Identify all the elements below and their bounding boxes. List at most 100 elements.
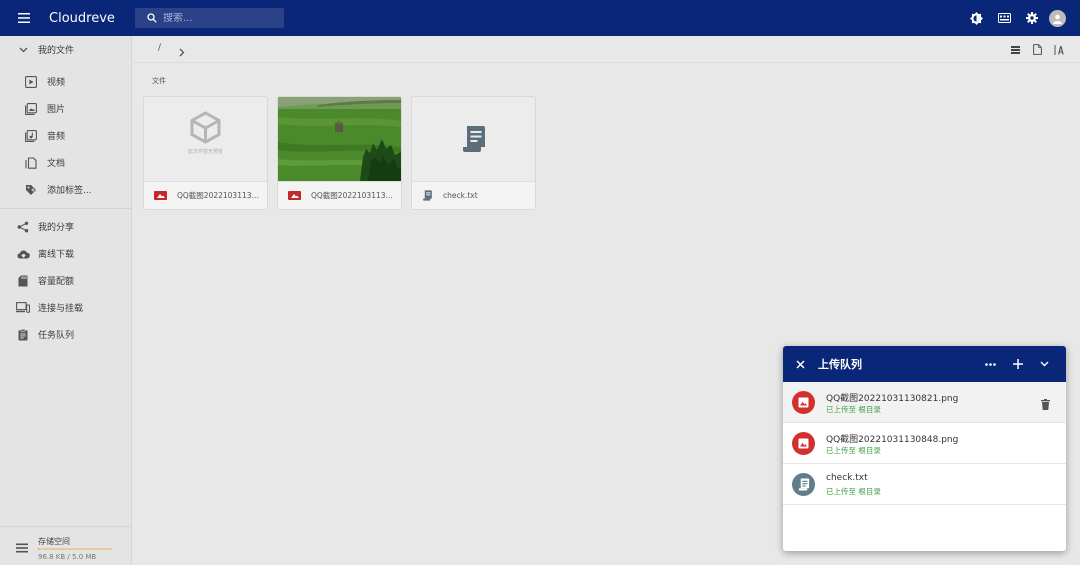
more-options-button[interactable] xyxy=(977,362,1004,366)
share-folder-button[interactable] xyxy=(1026,44,1048,55)
image-icon xyxy=(24,102,38,116)
collapse-panel-button[interactable] xyxy=(1031,361,1058,367)
upload-task-item[interactable]: check.txt 已上传至 根目录 xyxy=(783,464,1066,505)
section-title-files: 文件 xyxy=(152,77,166,85)
sidebar-item-image[interactable]: 图片 xyxy=(0,95,131,122)
sidebar-item-connections[interactable]: 连接与挂载 xyxy=(0,294,131,321)
image-file-icon xyxy=(792,391,815,414)
storage-progress-fill xyxy=(38,548,40,550)
file-name: check.txt xyxy=(443,191,478,200)
search-icon xyxy=(147,13,157,23)
chevron-down-icon xyxy=(16,43,30,57)
sidebar-item-document[interactable]: 文档 xyxy=(0,149,131,176)
upload-queue-title: 上传队列 xyxy=(818,358,862,371)
task-file-name: check.txt xyxy=(826,473,868,483)
view-list-icon xyxy=(1010,45,1020,54)
chevron-down-icon xyxy=(1040,361,1049,367)
sidebar-item-label: 图片 xyxy=(47,105,66,115)
task-list-icon xyxy=(16,328,30,342)
file-card[interactable]: 此文件暂无预览 QQ截图20221031130821.png xyxy=(143,96,268,210)
storage-label: 存储空间 xyxy=(38,537,70,546)
file-card[interactable]: check.txt xyxy=(411,96,536,210)
plus-icon xyxy=(1012,359,1023,369)
audio-icon xyxy=(24,129,38,143)
text-file-icon xyxy=(792,473,815,496)
sidebar-item-label: 容量配额 xyxy=(38,277,75,287)
upload-queue-header: 上传队列 xyxy=(783,346,1066,382)
sidebar-item-label: 我的分享 xyxy=(38,223,75,233)
sidebar-divider xyxy=(0,208,131,209)
task-file-name: QQ截图20221031130821.png xyxy=(826,394,959,404)
breadcrumb-root[interactable]: / xyxy=(158,43,161,53)
upload-task-item[interactable]: QQ截图20221031130821.png 已上传至 根目录 xyxy=(783,382,1066,423)
navigator-bar: / xyxy=(133,36,1080,63)
sidebar-item-label: 离线下载 xyxy=(38,250,75,260)
sidebar-item-offline-download[interactable]: 离线下载 xyxy=(0,240,131,267)
search-box[interactable] xyxy=(135,8,284,28)
chevron-right-icon xyxy=(179,48,185,57)
sort-button[interactable] xyxy=(1048,44,1070,55)
close-icon xyxy=(796,359,805,369)
avatar[interactable] xyxy=(1049,9,1066,27)
devices-icon xyxy=(16,301,30,315)
close-upload-panel-button[interactable] xyxy=(783,359,818,369)
sidebar: 我的文件 视频 图片 音频 文档 添加标签... 我的分享 离线下载 容量配额 … xyxy=(0,36,132,565)
sidebar-item-my-share[interactable]: 我的分享 xyxy=(0,213,131,240)
share-icon xyxy=(16,220,30,234)
task-status: 已上传至 根目录 xyxy=(826,446,881,455)
sidebar-item-add-tag[interactable]: 添加标签... xyxy=(0,176,131,203)
menu-button[interactable] xyxy=(0,0,48,36)
text-file-icon xyxy=(423,190,432,201)
task-status: 已上传至 根目录 xyxy=(826,487,881,496)
app-bar: Cloudreve xyxy=(0,0,1080,36)
gear-icon xyxy=(1026,12,1038,24)
sidebar-item-label: 添加标签... xyxy=(47,186,92,196)
sidebar-item-task-queue[interactable]: 任务队列 xyxy=(0,321,131,348)
task-file-name: QQ截图20221031130848.png xyxy=(826,435,959,445)
storage-icon xyxy=(16,538,28,557)
app-title: Cloudreve xyxy=(49,10,115,26)
sidebar-item-label: 我的文件 xyxy=(38,46,75,56)
image-file-icon xyxy=(154,191,167,200)
text-document-icon xyxy=(462,126,485,152)
sidebar-item-audio[interactable]: 音频 xyxy=(0,122,131,149)
image-file-icon xyxy=(288,191,301,200)
user-icon xyxy=(1053,14,1062,24)
file-manager-button[interactable] xyxy=(990,0,1018,36)
file-thumbnail xyxy=(412,97,535,181)
sidebar-item-quota[interactable]: 容量配额 xyxy=(0,267,131,294)
file-thumbnail: 此文件暂无预览 xyxy=(144,97,267,181)
settings-button[interactable] xyxy=(1018,0,1046,36)
breadcrumb-expand-button[interactable] xyxy=(179,42,185,61)
storage-value: 96.8 KB / 5.0 MB xyxy=(38,553,97,561)
sidebar-item-label: 音频 xyxy=(47,132,66,142)
cloud-download-icon xyxy=(16,247,30,261)
sidebar-item-label: 文档 xyxy=(47,159,66,169)
sidebar-item-my-files[interactable]: 我的文件 xyxy=(0,36,131,63)
brightness-icon xyxy=(969,11,983,25)
cube-placeholder-icon xyxy=(190,111,221,144)
theme-toggle-button[interactable] xyxy=(962,0,990,36)
storage-icon xyxy=(997,13,1011,23)
video-icon xyxy=(24,75,38,89)
file-name: QQ截图20221031130848.png xyxy=(311,191,396,200)
photo-thumbnail-image xyxy=(278,97,401,181)
menu-icon xyxy=(18,13,30,23)
file-outline-icon xyxy=(1032,44,1042,55)
file-thumbnail xyxy=(278,97,401,181)
list-view-button[interactable] xyxy=(1004,45,1026,54)
task-status: 已上传至 根目录 xyxy=(826,405,881,414)
no-preview-caption: 此文件暂无预览 xyxy=(187,149,223,155)
document-icon xyxy=(24,156,38,170)
file-card[interactable]: QQ截图20221031130848.png xyxy=(277,96,402,210)
sidebar-item-label: 视频 xyxy=(47,78,66,88)
add-upload-button[interactable] xyxy=(1004,359,1031,369)
sidebar-item-label: 连接与挂载 xyxy=(38,304,84,314)
delete-task-button[interactable] xyxy=(1041,395,1050,414)
sidebar-item-label: 任务队列 xyxy=(38,331,75,341)
search-input[interactable] xyxy=(163,12,273,24)
sidebar-item-video[interactable]: 视频 xyxy=(0,68,131,95)
sd-card-icon xyxy=(16,274,30,288)
upload-task-item[interactable]: QQ截图20221031130848.png 已上传至 根目录 xyxy=(783,423,1066,464)
storage-summary[interactable]: 存储空间 96.8 KB / 5.0 MB xyxy=(0,526,131,565)
